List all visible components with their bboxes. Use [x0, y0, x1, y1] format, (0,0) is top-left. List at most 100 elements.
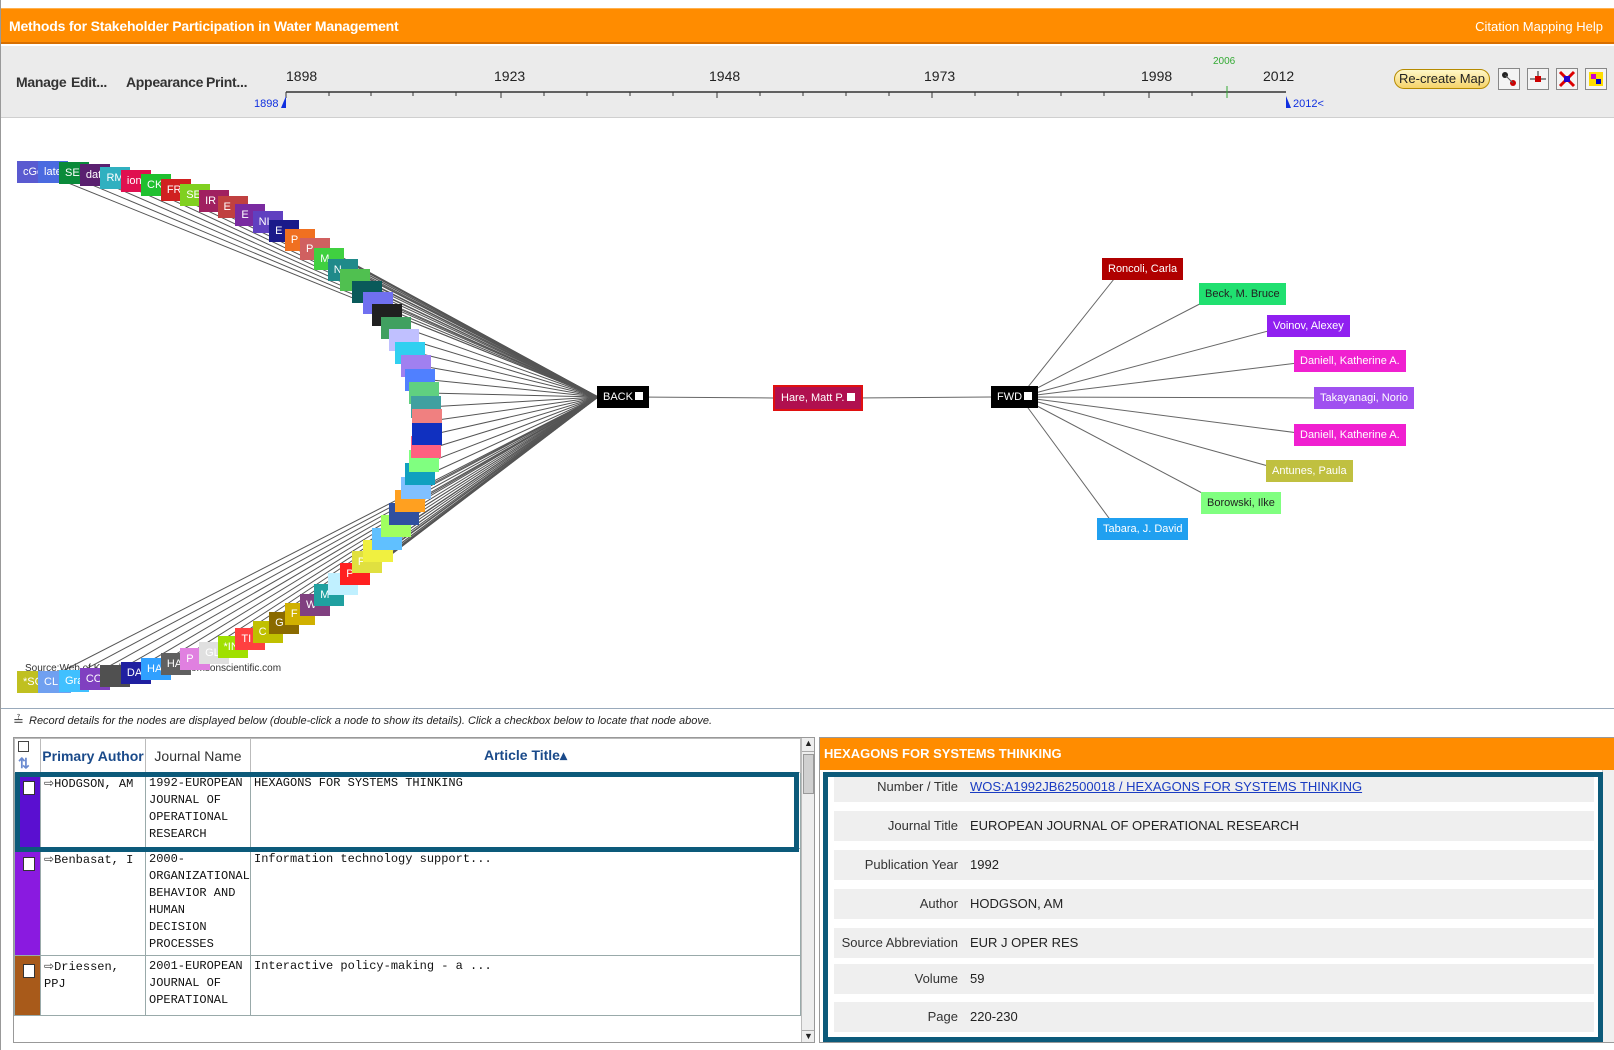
forward-citation-node[interactable]: Roncoli, Carla	[1102, 258, 1184, 280]
collapse-icon[interactable]	[1024, 392, 1033, 400]
toolbar: Manage Edit... Appearance Print... 1898 …	[1, 46, 1614, 118]
author-text: HODGSON, AM	[54, 777, 134, 791]
author-text: Benbasat, I	[54, 853, 134, 867]
collapse-icon[interactable]	[847, 393, 856, 401]
table-row[interactable]: ⇨HODGSON, AM 1992-EUROPEAN JOURNAL OF OP…	[14, 772, 801, 849]
recreate-map-button[interactable]: Re-create Map	[1394, 69, 1490, 89]
fwd-label: FWD	[997, 391, 1023, 403]
field-value: 1992	[970, 857, 999, 872]
forward-citation-node[interactable]: Voinov, Alexey	[1267, 315, 1350, 337]
field-value: 59	[970, 971, 985, 986]
detail-scrollbar[interactable]	[1602, 770, 1614, 1042]
forward-citation-node[interactable]: Beck, M. Bruce	[1199, 283, 1286, 305]
range-start[interactable]: 1898	[254, 98, 278, 110]
forward-citation-node[interactable]: Daniell, Katherine A.	[1294, 424, 1406, 446]
edge	[1019, 360, 1315, 398]
select-all-checkbox[interactable]	[18, 741, 29, 752]
field-value: EUR J OPER RES	[970, 935, 1079, 950]
cell-author: ⇨HODGSON, AM	[40, 772, 146, 849]
detail-row-author: Author HODGSON, AM	[834, 889, 1594, 919]
field-value: HODGSON, AM	[970, 896, 1064, 911]
field-label: Author	[919, 896, 958, 911]
forward-citation-node[interactable]: Takayanagi, Norio	[1314, 387, 1415, 409]
detail-row-year: Publication Year 1992	[834, 850, 1594, 880]
forward-citation-node[interactable]: Borowski, Ilke	[1201, 492, 1281, 514]
title-bar: Methods for Stakeholder Participation in…	[1, 8, 1614, 44]
edge	[1019, 396, 1315, 436]
cell-journal: 2000-ORGANIZATIONAL BEHAVIOR AND HUMAN D…	[145, 848, 251, 956]
info-text: Record details for the nodes are display…	[29, 715, 712, 727]
field-label: Publication Year	[864, 857, 958, 872]
forward-citation-node[interactable]: Daniell, Katherine A.	[1294, 350, 1406, 372]
back-citation-node[interactable]	[411, 422, 442, 445]
edge	[1019, 325, 1288, 398]
edge	[434, 396, 599, 408]
detail-row-number: Number / Title WOS:A1992JB62500018 / HEXA…	[834, 772, 1594, 802]
window-title: Methods for Stakeholder Participation in…	[9, 18, 399, 34]
arrow-icon[interactable]: ⇨	[44, 959, 54, 973]
row-color	[14, 955, 41, 1016]
legend-icon[interactable]	[1585, 68, 1607, 90]
forward-citation-node[interactable]: Tabara, J. David	[1097, 518, 1189, 540]
cell-author: ⇨Driessen, PPJ	[40, 955, 146, 1016]
citation-map-app: Methods for Stakeholder Participation in…	[0, 0, 1614, 1050]
detail-header: HEXAGONS FOR SYSTEMS THINKING	[820, 738, 1614, 770]
cell-journal: 1992-EUROPEAN JOURNAL OF OPERATIONAL RES…	[145, 772, 251, 849]
table-row[interactable]: ⇨Benbasat, I 2000-ORGANIZATIONAL BEHAVIO…	[14, 848, 801, 956]
forward-citation-node[interactable]: Antunes, Paula	[1266, 460, 1353, 482]
table-row[interactable]: ⇨Driessen, PPJ 2001-EUROPEAN JOURNAL OF …	[14, 955, 801, 1016]
back-label: BACK	[603, 391, 633, 403]
field-label: Journal Title	[887, 818, 958, 833]
field-value: 220-230	[970, 1009, 1018, 1024]
back-node[interactable]: BACK	[597, 386, 649, 408]
edge	[1019, 396, 1287, 472]
center-node[interactable]: Hare, Matt P.	[773, 385, 864, 411]
row-color	[14, 772, 41, 849]
select-all-header[interactable]: ⇅	[14, 738, 41, 773]
cell-author: ⇨Benbasat, I	[40, 848, 146, 956]
scroll-up-icon[interactable]: ▲	[802, 738, 814, 752]
remove-node-icon[interactable]	[1556, 68, 1578, 90]
timeline[interactable]: 1898 1923 1948 1973 1998 2012 2006 1898	[1, 46, 1324, 118]
sort-icon[interactable]: ⇅	[18, 755, 30, 771]
edge	[61, 396, 599, 683]
field-label: Source Abbreviation	[841, 935, 958, 950]
edge	[82, 396, 599, 681]
collapse-icon[interactable]	[634, 392, 643, 400]
table-scrollbar[interactable]: ▲ ▼	[801, 738, 814, 1042]
edge	[1019, 396, 1335, 399]
arrow-icon[interactable]: ⇨	[44, 852, 54, 866]
range-end[interactable]: 2012<	[1293, 98, 1324, 110]
detail-row-volume: Volume 59	[834, 964, 1594, 994]
edge	[103, 396, 599, 680]
detail-row-journal: Journal Title EUROPEAN JOURNAL OF OPERATI…	[834, 811, 1594, 841]
field-value: EUROPEAN JOURNAL OF OPERATIONAL RESEARCH	[970, 818, 1299, 833]
timeline-axis	[281, 86, 1291, 108]
col-journal-name[interactable]: Journal Name	[145, 738, 251, 773]
scroll-down-icon[interactable]: ▼	[802, 1030, 814, 1042]
edge	[1019, 268, 1123, 398]
info-bar: ≟ Record details for the nodes are displ…	[1, 708, 1614, 734]
cell-title: HEXAGONS FOR SYSTEMS THINKING	[250, 772, 801, 849]
fwd-node[interactable]: FWD	[991, 386, 1039, 408]
wos-link[interactable]: WOS:A1992JB62500018 / HEXAGONS FOR SYSTE…	[970, 779, 1362, 794]
cell-journal: 2001-EUROPEAN JOURNAL OF OPERATIONAL	[145, 955, 251, 1016]
edge	[124, 396, 599, 677]
scroll-thumb[interactable]	[803, 754, 814, 794]
field-label: Page	[927, 1009, 958, 1024]
col-article-title[interactable]: Article Title▴	[250, 738, 801, 773]
field-label: Volume	[914, 971, 958, 986]
collapse-chevron-icon[interactable]: ≟	[13, 713, 24, 729]
row-checkbox[interactable]	[23, 781, 35, 795]
detail-row-source: Source Abbreviation EUR J OPER RES	[834, 928, 1594, 958]
edge	[432, 392, 599, 398]
center-node-icon[interactable]	[1527, 68, 1549, 90]
edge	[850, 396, 992, 399]
arrow-icon[interactable]: ⇨	[44, 776, 54, 790]
row-checkbox[interactable]	[23, 964, 35, 978]
col-primary-author[interactable]: Primary Author	[40, 738, 146, 773]
citation-map[interactable]: cGe late SE dat RM ion CK FR SE IR E E NI E P P M N P P M W F G…	[1, 118, 1614, 708]
help-link[interactable]: Citation Mapping Help	[1475, 19, 1603, 34]
layout-icon[interactable]	[1498, 68, 1520, 90]
row-checkbox[interactable]	[23, 857, 35, 871]
